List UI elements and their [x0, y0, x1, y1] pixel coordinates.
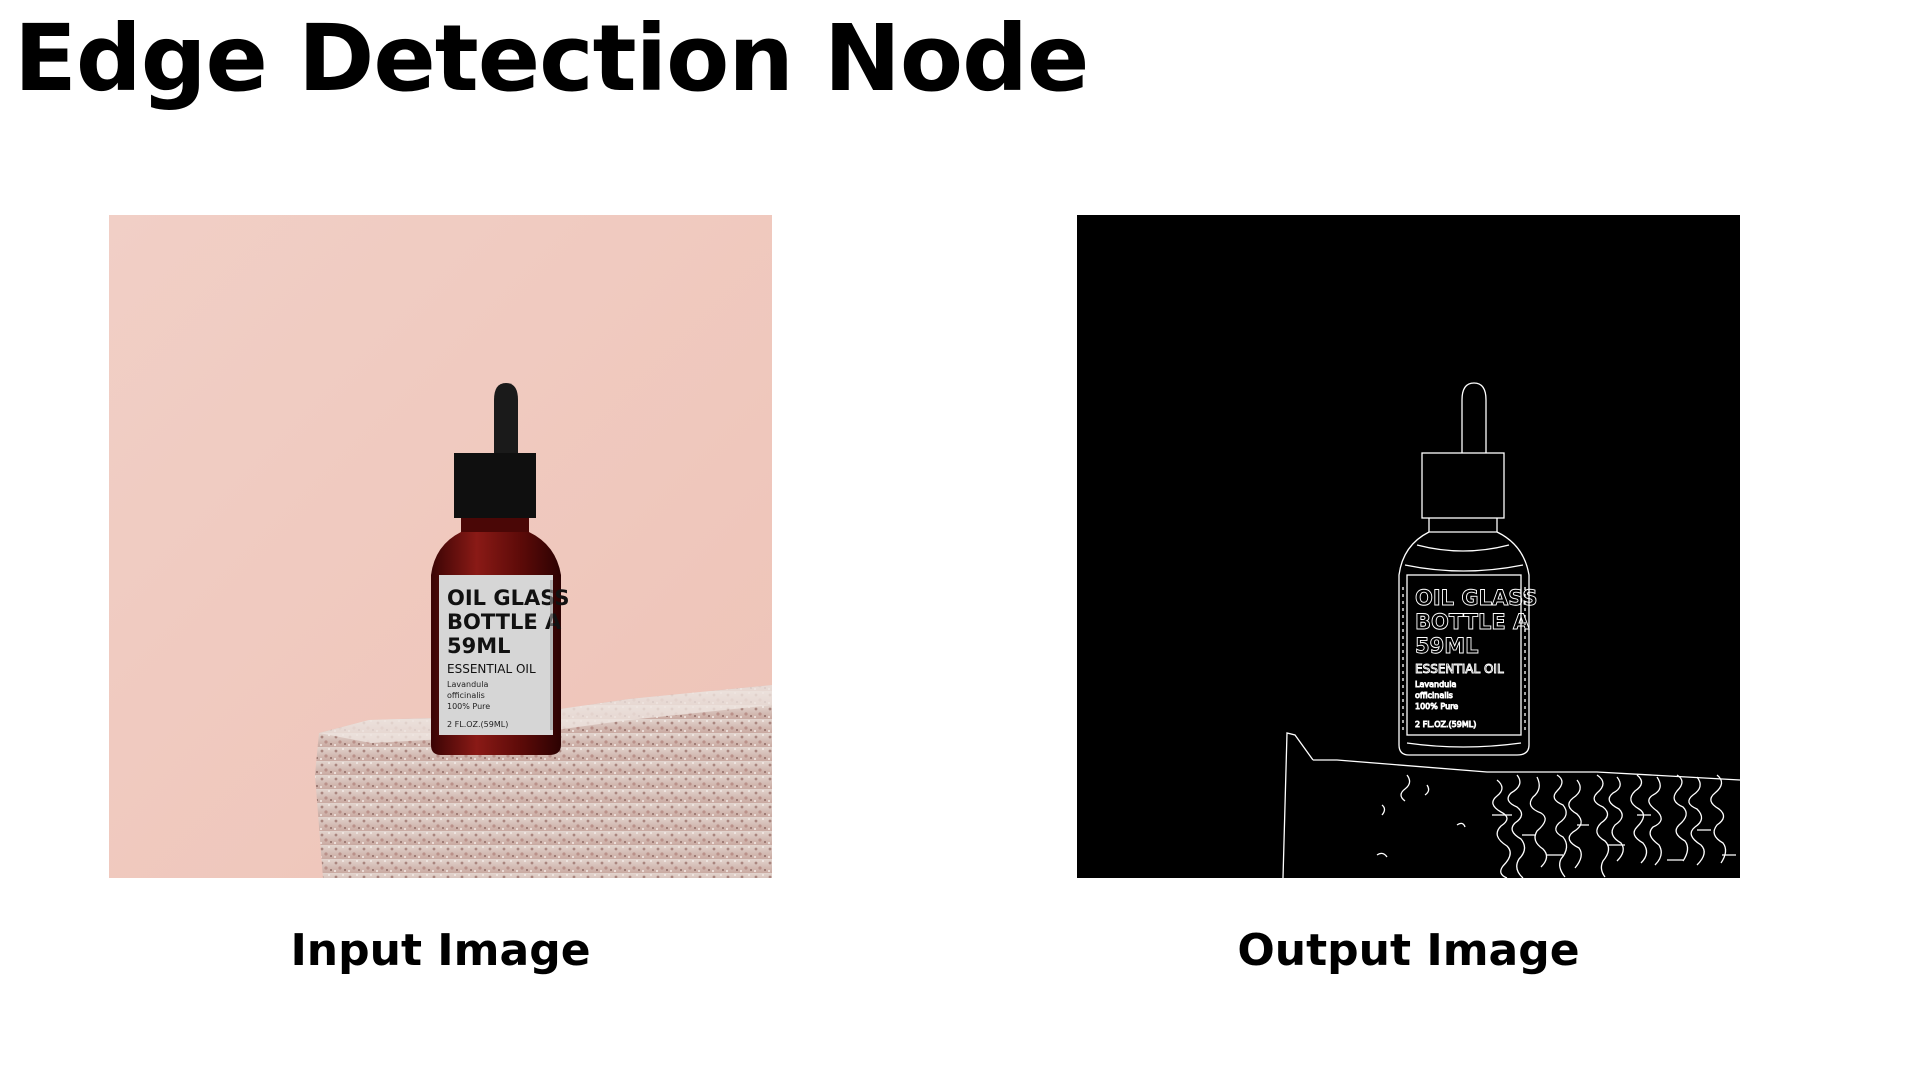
- label-line2: BOTTLE A: [447, 610, 562, 634]
- output-image-caption: Output Image: [1237, 925, 1580, 976]
- label-volume: 2 FL.OZ.(59ML): [447, 720, 508, 729]
- page-title: Edge Detection Node: [14, 5, 1089, 112]
- edge-label-species2: officinalis: [1415, 691, 1453, 700]
- label-purity: 100% Pure: [447, 702, 490, 711]
- edge-label-type: ESSENTIAL OIL: [1415, 662, 1504, 676]
- edge-label-line3: 59ML: [1415, 634, 1479, 658]
- bottle-cap: [454, 453, 536, 518]
- edge-label-species1: Lavandula: [1415, 680, 1456, 689]
- input-image-caption: Input Image: [290, 925, 591, 976]
- edge-label-purity: 100% Pure: [1415, 702, 1458, 711]
- input-image-graphic: OIL GLASS BOTTLE A 59ML ESSENTIAL OIL La…: [109, 215, 772, 878]
- output-image: OIL GLASS BOTTLE A 59ML ESSENTIAL OIL La…: [1077, 215, 1740, 878]
- edge-label-volume: 2 FL.OZ.(59ML): [1415, 720, 1476, 729]
- output-image-graphic: OIL GLASS BOTTLE A 59ML ESSENTIAL OIL La…: [1077, 215, 1740, 878]
- edge-label-line2: BOTTLE A: [1415, 610, 1530, 634]
- label-species2: officinalis: [447, 691, 485, 700]
- dropper-bulb: [494, 383, 518, 453]
- label-type: ESSENTIAL OIL: [447, 662, 536, 676]
- input-image: OIL GLASS BOTTLE A 59ML ESSENTIAL OIL La…: [109, 215, 772, 878]
- label-line3: 59ML: [447, 634, 511, 658]
- label-species1: Lavandula: [447, 680, 488, 689]
- edge-label-line1: OIL GLASS: [1415, 586, 1538, 610]
